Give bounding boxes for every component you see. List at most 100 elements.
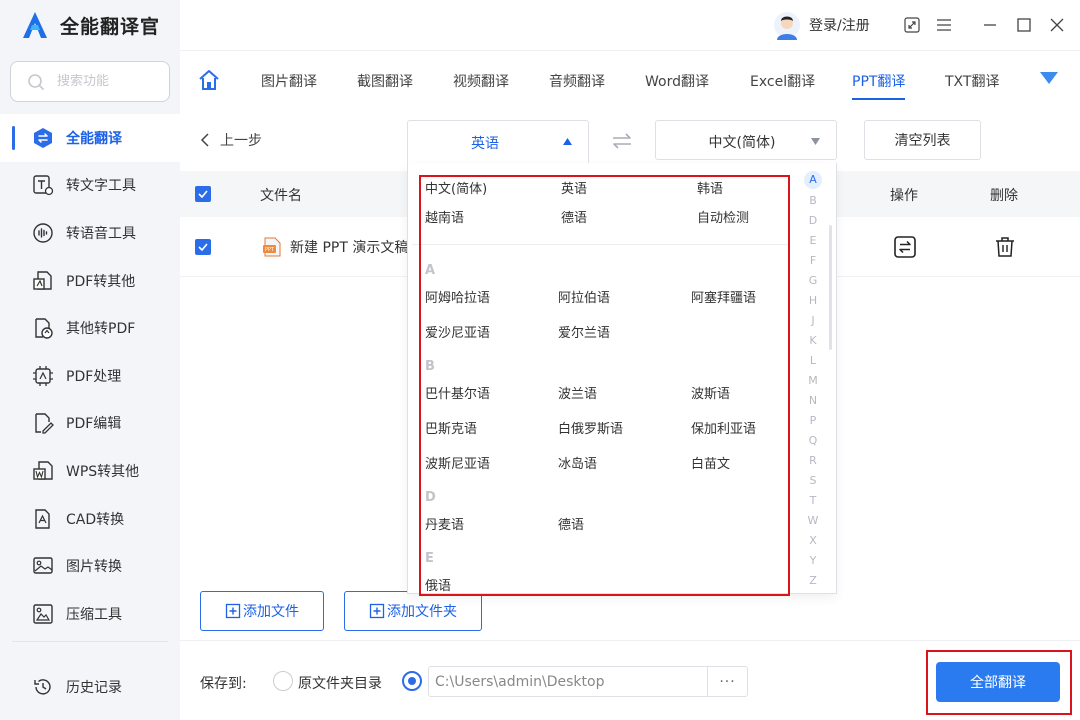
sidebar-item-pdf-edit[interactable]: PDF编辑: [0, 400, 180, 448]
alpha-index-letter[interactable]: Y: [804, 554, 822, 567]
tab-ppt-translate[interactable]: PPT翻译: [852, 71, 906, 100]
sidebar-item-history[interactable]: 历史记录: [0, 663, 180, 711]
sidebar-nav: 全能翻译 转文字工具 转语音工具 PDF转其他 其他转PDF PDF处理 PDF…: [0, 114, 180, 638]
row-checkbox[interactable]: [195, 239, 211, 255]
alpha-index-letter[interactable]: D: [804, 214, 822, 227]
alpha-index-letter[interactable]: P: [804, 414, 822, 427]
tab-video-translate[interactable]: 视频翻译: [453, 71, 509, 91]
dropdown-scrollbar[interactable]: [829, 225, 832, 350]
tab-screenshot-translate[interactable]: 截图翻译: [357, 71, 413, 91]
lang-option[interactable]: 爱尔兰语: [558, 322, 610, 341]
alpha-index-letter[interactable]: X: [804, 534, 822, 547]
search-input[interactable]: [57, 74, 157, 89]
sidebar-item-text-tool[interactable]: 转文字工具: [0, 162, 180, 210]
lang-option[interactable]: 波斯语: [691, 383, 730, 402]
lang-option[interactable]: 阿姆哈拉语: [425, 287, 490, 306]
lang-option[interactable]: 白苗文: [691, 453, 730, 472]
lang-option[interactable]: 丹麦语: [425, 514, 464, 533]
alpha-index-letter[interactable]: K: [804, 334, 822, 347]
sidebar-item-pdf-to-other[interactable]: PDF转其他: [0, 257, 180, 305]
fullscreen-button[interactable]: [901, 14, 923, 36]
lang-option[interactable]: 白俄罗斯语: [558, 418, 623, 437]
alpha-index-letter[interactable]: L: [804, 354, 822, 367]
radio-custom-path[interactable]: [402, 671, 422, 691]
alpha-index-letter[interactable]: E: [804, 234, 822, 247]
alpha-index-letter[interactable]: Z: [804, 574, 822, 587]
lang-option[interactable]: 阿塞拜疆语: [691, 287, 756, 306]
lang-option[interactable]: 阿拉伯语: [558, 287, 610, 306]
lang-option[interactable]: 韩语: [697, 178, 723, 197]
tab-audio-translate[interactable]: 音频翻译: [549, 71, 605, 91]
alpha-index-letter[interactable]: S: [804, 474, 822, 487]
sidebar-item-label: 压缩工具: [66, 606, 122, 623]
sidebar-item-voice-tool[interactable]: 转语音工具: [0, 209, 180, 257]
search-box[interactable]: [10, 61, 170, 102]
login-label[interactable]: 登录/注册: [809, 15, 870, 35]
convert-icon[interactable]: [894, 236, 916, 258]
lang-option[interactable]: 冰岛语: [558, 453, 597, 472]
lang-option[interactable]: 德语: [558, 514, 584, 533]
alpha-index-letter[interactable]: H: [804, 294, 822, 307]
output-path-input[interactable]: [429, 667, 707, 696]
trash-icon[interactable]: [994, 236, 1016, 258]
source-folder-label[interactable]: 原文件夹目录: [298, 673, 382, 693]
more-tabs-icon[interactable]: [1039, 71, 1059, 85]
sidebar-item-label: 全能翻译: [66, 130, 122, 147]
menu-button[interactable]: [933, 14, 955, 36]
sidebar-item-wps-to-other[interactable]: WPS转其他: [0, 447, 180, 495]
save-to-label: 保存到:: [200, 676, 247, 692]
tab-word-translate[interactable]: Word翻译: [645, 71, 709, 91]
alpha-index-letter[interactable]: R: [804, 454, 822, 467]
tab-image-translate[interactable]: 图片翻译: [261, 71, 317, 91]
lang-option[interactable]: 巴什基尔语: [425, 383, 490, 402]
alpha-index-letter[interactable]: Q: [804, 434, 822, 447]
lang-option[interactable]: 俄语: [425, 575, 451, 594]
lang-option[interactable]: 波兰语: [558, 383, 597, 402]
sidebar-item-cad-convert[interactable]: CAD转换: [0, 495, 180, 543]
alpha-index-letter[interactable]: W: [804, 514, 822, 527]
lang-option[interactable]: 越南语: [425, 207, 464, 226]
minimize-button[interactable]: [979, 14, 1001, 36]
alpha-index-letter[interactable]: A: [804, 171, 822, 189]
target-language-select[interactable]: 中文(简体): [655, 120, 837, 160]
sidebar-item-pdf-process[interactable]: PDF处理: [0, 352, 180, 400]
sidebar-item-other-to-pdf[interactable]: 其他转PDF: [0, 304, 180, 352]
alpha-index-letter[interactable]: F: [804, 254, 822, 267]
home-icon[interactable]: [198, 69, 220, 91]
user-login[interactable]: 登录/注册: [773, 10, 870, 40]
lang-option[interactable]: 中文(简体): [425, 178, 487, 197]
browse-path-button[interactable]: ···: [707, 667, 747, 696]
back-button[interactable]: 上一步: [200, 130, 262, 150]
letter-group-b: B: [425, 359, 435, 374]
lang-option[interactable]: 爱沙尼亚语: [425, 322, 490, 341]
alpha-index-letter[interactable]: G: [804, 274, 822, 287]
sidebar-item-label: CAD转换: [66, 511, 125, 528]
lang-option[interactable]: 保加利亚语: [691, 418, 756, 437]
sidebar-item-image-convert[interactable]: 图片转换: [0, 542, 180, 590]
sidebar-item-all-translate[interactable]: 全能翻译: [0, 114, 180, 162]
tab-txt-translate[interactable]: TXT翻译: [945, 71, 999, 91]
maximize-button[interactable]: [1013, 14, 1035, 36]
header-filename: 文件名: [260, 188, 302, 204]
alpha-index-letter[interactable]: B: [804, 194, 822, 207]
select-all-checkbox[interactable]: [195, 186, 211, 202]
lang-option[interactable]: 巴斯克语: [425, 418, 477, 437]
alpha-index-letter[interactable]: N: [804, 394, 822, 407]
lang-option[interactable]: 波斯尼亚语: [425, 453, 490, 472]
lang-option[interactable]: 德语: [561, 207, 587, 226]
add-file-button[interactable]: 添加文件: [200, 591, 324, 631]
alpha-index-letter[interactable]: T: [804, 494, 822, 507]
source-language-select[interactable]: 英语: [407, 120, 589, 164]
alpha-index-letter[interactable]: J: [804, 314, 822, 327]
sidebar-item-compress[interactable]: 压缩工具: [0, 590, 180, 638]
close-button[interactable]: [1046, 14, 1068, 36]
clear-list-button[interactable]: 清空列表: [864, 120, 981, 160]
lang-option[interactable]: 自动检测: [697, 207, 749, 226]
radio-source-folder[interactable]: [273, 671, 293, 691]
swap-languages-icon[interactable]: [611, 132, 633, 150]
sidebar: 全能翻译官 全能翻译 转文字工具 转语音工具: [0, 0, 180, 720]
tab-excel-translate[interactable]: Excel翻译: [750, 71, 815, 91]
lang-option[interactable]: 英语: [561, 178, 587, 197]
alpha-index-letter[interactable]: M: [804, 374, 822, 387]
add-folder-button[interactable]: 添加文件夹: [344, 591, 482, 631]
